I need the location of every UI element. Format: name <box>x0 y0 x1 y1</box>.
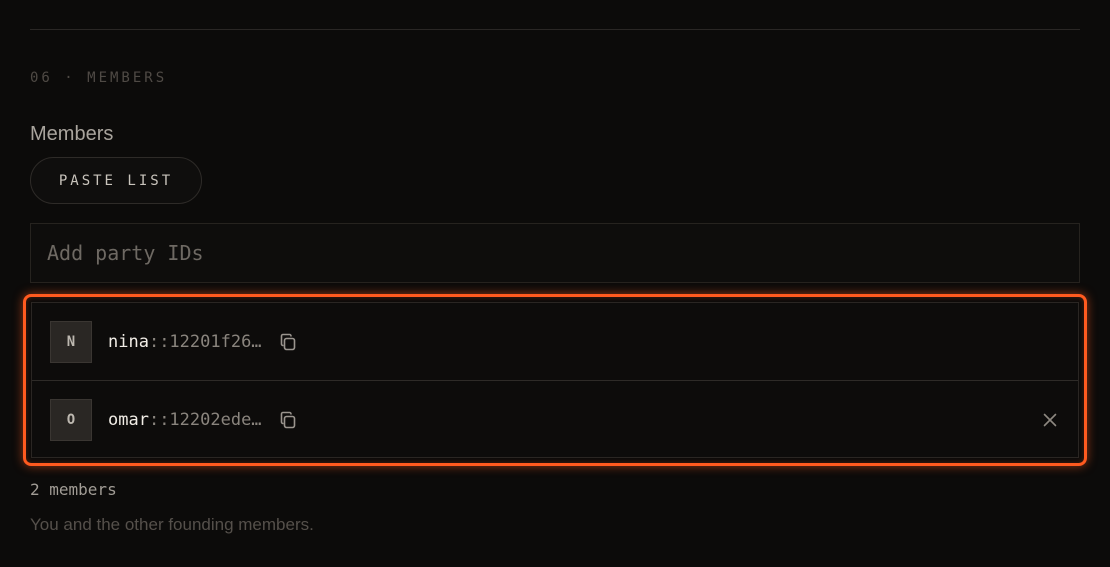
party-name: omar <box>108 409 149 430</box>
party-hash: ::12201f26… <box>148 331 262 352</box>
section-divider <box>30 29 1080 30</box>
member-list: N nina::12201f26… O omar::12202ede… <box>31 302 1079 458</box>
members-section: 06 · MEMBERS Members PASTE LIST N nina::… <box>0 0 1110 567</box>
copy-icon[interactable] <box>278 332 298 352</box>
avatar: O <box>50 398 92 441</box>
members-label: Members <box>30 123 114 145</box>
paste-list-button[interactable]: PASTE LIST <box>30 157 202 204</box>
party-ids-input[interactable] <box>30 223 1080 283</box>
section-kicker: 06 · MEMBERS <box>30 70 168 86</box>
help-text: You and the other founding members. <box>30 515 314 534</box>
avatar: N <box>50 320 92 363</box>
party-name: nina <box>108 331 149 352</box>
member-count: 2 members <box>30 480 117 499</box>
member-row-nina: N nina::12201f26… <box>32 303 1078 380</box>
party-id: omar::12202ede… <box>108 410 262 430</box>
member-row-omar: O omar::12202ede… <box>32 380 1078 458</box>
close-icon[interactable] <box>1042 412 1058 428</box>
party-hash: ::12202ede… <box>148 409 262 430</box>
party-id: nina::12201f26… <box>108 332 262 352</box>
copy-icon[interactable] <box>278 410 298 430</box>
